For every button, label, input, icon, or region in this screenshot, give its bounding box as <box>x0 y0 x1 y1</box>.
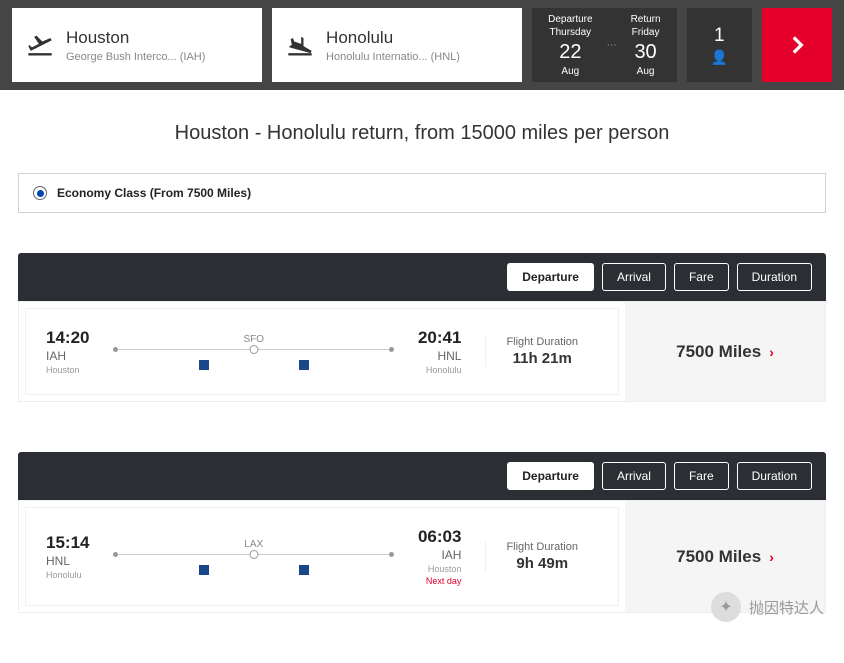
dep-time: 14:20 <box>46 327 89 349</box>
dep-code: HNL <box>46 554 89 570</box>
sort-bar: Departure Arrival Fare Duration <box>18 253 826 301</box>
page-title: Houston - Honolulu return, from 15000 mi… <box>18 122 826 145</box>
destination-box[interactable]: Honolulu Honolulu Internatio... (HNL) <box>272 8 522 82</box>
watermark-icon: ✦ <box>711 592 741 622</box>
sort-duration[interactable]: Duration <box>737 263 812 291</box>
arr-city: Houston <box>428 564 462 576</box>
arr-code: HNL <box>437 349 461 365</box>
passenger-count: 1 <box>714 25 725 47</box>
sort-arrival[interactable]: Arrival <box>602 462 666 490</box>
flight-details: 14:20 IAH Houston SFO 20:41 HNL Honolulu <box>25 308 619 395</box>
price-value: 7500 Miles <box>676 547 761 567</box>
flight-details: 15:14 HNL Honolulu LAX 06:03 IAH Houston <box>25 507 619 606</box>
sort-departure[interactable]: Departure <box>507 462 594 490</box>
flight-block: Departure Arrival Fare Duration 14:20 IA… <box>18 253 826 402</box>
duration-col: Flight Duration 11h 21m <box>485 336 598 367</box>
arr-code: IAH <box>441 548 461 564</box>
price-button[interactable]: 7500 Miles › <box>625 302 825 401</box>
sort-duration[interactable]: Duration <box>737 462 812 490</box>
destination-airport: Honolulu Internatio... (HNL) <box>326 51 460 63</box>
sort-bar: Departure Arrival Fare Duration <box>18 452 826 500</box>
person-icon: 👤 <box>711 49 728 66</box>
stop-code: LAX <box>244 539 263 550</box>
arr-time: 06:03 <box>418 526 461 548</box>
airline-icon <box>299 565 309 575</box>
destination-city: Honolulu <box>326 28 460 48</box>
search-bar: Houston George Bush Interco... (IAH) Hon… <box>0 0 844 90</box>
flight-row: 14:20 IAH Houston SFO 20:41 HNL Honolulu <box>18 301 826 402</box>
duration-label: Flight Duration <box>506 336 578 348</box>
departure-time-col: 14:20 IAH Houston <box>46 327 89 376</box>
stop-code: SFO <box>243 334 264 345</box>
watermark: ✦ 抛因特达人 <box>711 592 824 622</box>
sort-fare[interactable]: Fare <box>674 462 729 490</box>
arrival-time-col: 20:41 HNL Honolulu <box>418 327 461 376</box>
origin-city: Houston <box>66 28 205 48</box>
price-value: 7500 Miles <box>676 342 761 362</box>
dep-time: 15:14 <box>46 532 89 554</box>
dep-code: IAH <box>46 349 89 365</box>
arr-time: 20:41 <box>418 327 461 349</box>
departure-time-col: 15:14 HNL Honolulu <box>46 532 89 581</box>
chevron-right-icon <box>784 32 810 58</box>
destination-text: Honolulu Honolulu Internatio... (HNL) <box>326 28 460 63</box>
cabin-label: Economy Class (From 7500 Miles) <box>57 186 251 200</box>
route-diagram: LAX <box>113 539 393 575</box>
airline-icon <box>199 565 209 575</box>
radio-selected-icon <box>33 186 47 200</box>
origin-box[interactable]: Houston George Bush Interco... (IAH) <box>12 8 262 82</box>
flight-block: Departure Arrival Fare Duration 15:14 HN… <box>18 452 826 613</box>
sort-arrival[interactable]: Arrival <box>602 263 666 291</box>
dep-city: Houston <box>46 365 89 377</box>
search-button[interactable] <box>762 8 832 82</box>
plane-takeoff-icon <box>26 31 54 59</box>
arr-city: Honolulu <box>426 365 462 377</box>
airline-icon <box>299 360 309 370</box>
passenger-selector[interactable]: 1 👤 <box>687 8 752 82</box>
return-date: Return Friday 30 Aug <box>631 13 661 78</box>
duration-label: Flight Duration <box>506 541 578 553</box>
departure-date: Departure Thursday 22 Aug <box>548 13 592 78</box>
flight-row: 15:14 HNL Honolulu LAX 06:03 IAH Houston <box>18 500 826 613</box>
date-selector[interactable]: Departure Thursday 22 Aug ⋯ Return Frida… <box>532 8 676 82</box>
duration-value: 11h 21m <box>513 350 572 367</box>
sort-departure[interactable]: Departure <box>507 263 594 291</box>
duration-value: 9h 49m <box>516 555 568 572</box>
origin-airport: George Bush Interco... (IAH) <box>66 51 205 63</box>
dep-city: Honolulu <box>46 570 89 582</box>
cabin-class-selector[interactable]: Economy Class (From 7500 Miles) <box>18 173 826 213</box>
route-diagram: SFO <box>113 334 393 370</box>
chevron-right-icon: › <box>769 344 774 360</box>
plane-landing-icon <box>286 31 314 59</box>
chevron-right-icon: › <box>769 549 774 565</box>
watermark-text: 抛因特达人 <box>749 597 824 618</box>
origin-text: Houston George Bush Interco... (IAH) <box>66 28 205 63</box>
arrival-time-col: 06:03 IAH Houston Next day <box>418 526 461 587</box>
sort-fare[interactable]: Fare <box>674 263 729 291</box>
next-day-indicator: Next day <box>426 576 462 588</box>
date-separator: ⋯ <box>607 40 617 51</box>
airline-icon <box>199 360 209 370</box>
duration-col: Flight Duration 9h 49m <box>485 541 598 572</box>
